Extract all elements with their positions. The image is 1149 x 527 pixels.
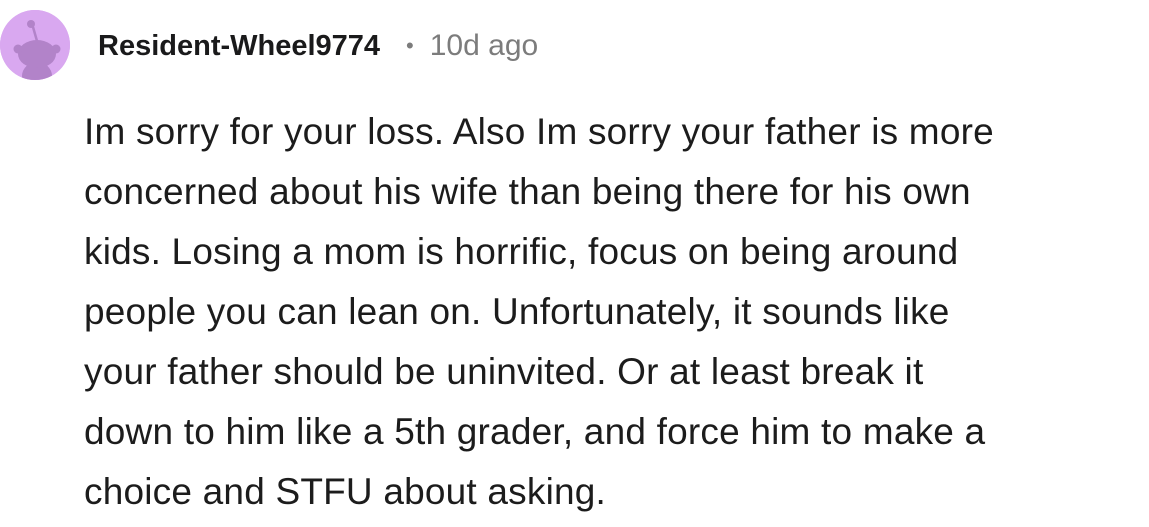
reddit-snoo-avatar-icon [0, 10, 70, 80]
comment-body: Im sorry for your loss. Also Im sorry yo… [84, 102, 1144, 522]
comment-body-line: down to him like a 5th grader, and force… [84, 411, 986, 452]
comment-body-line: choice and STFU about asking. [84, 471, 607, 512]
comment-timestamp: 10d ago [429, 29, 539, 62]
comment-body-line: concerned about his wife than being ther… [84, 171, 971, 212]
comment-body-line: kids. Losing a mom is horrific, focus on… [84, 231, 959, 272]
comment-card: Resident-Wheel9774 • 10d ago Im sorry fo… [0, 0, 1149, 527]
avatar[interactable] [0, 10, 70, 80]
author-username[interactable]: Resident-Wheel9774 [98, 30, 380, 63]
comment-body-line: people you can lean on. Unfortunately, i… [84, 291, 950, 332]
comment-body-line: your father should be uninvited. Or at l… [84, 351, 924, 392]
comment-header: Resident-Wheel9774 • 10d ago [98, 24, 538, 68]
comment-body-line: Im sorry for your loss. Also Im sorry yo… [84, 111, 994, 152]
meta-separator: • [406, 33, 414, 58]
